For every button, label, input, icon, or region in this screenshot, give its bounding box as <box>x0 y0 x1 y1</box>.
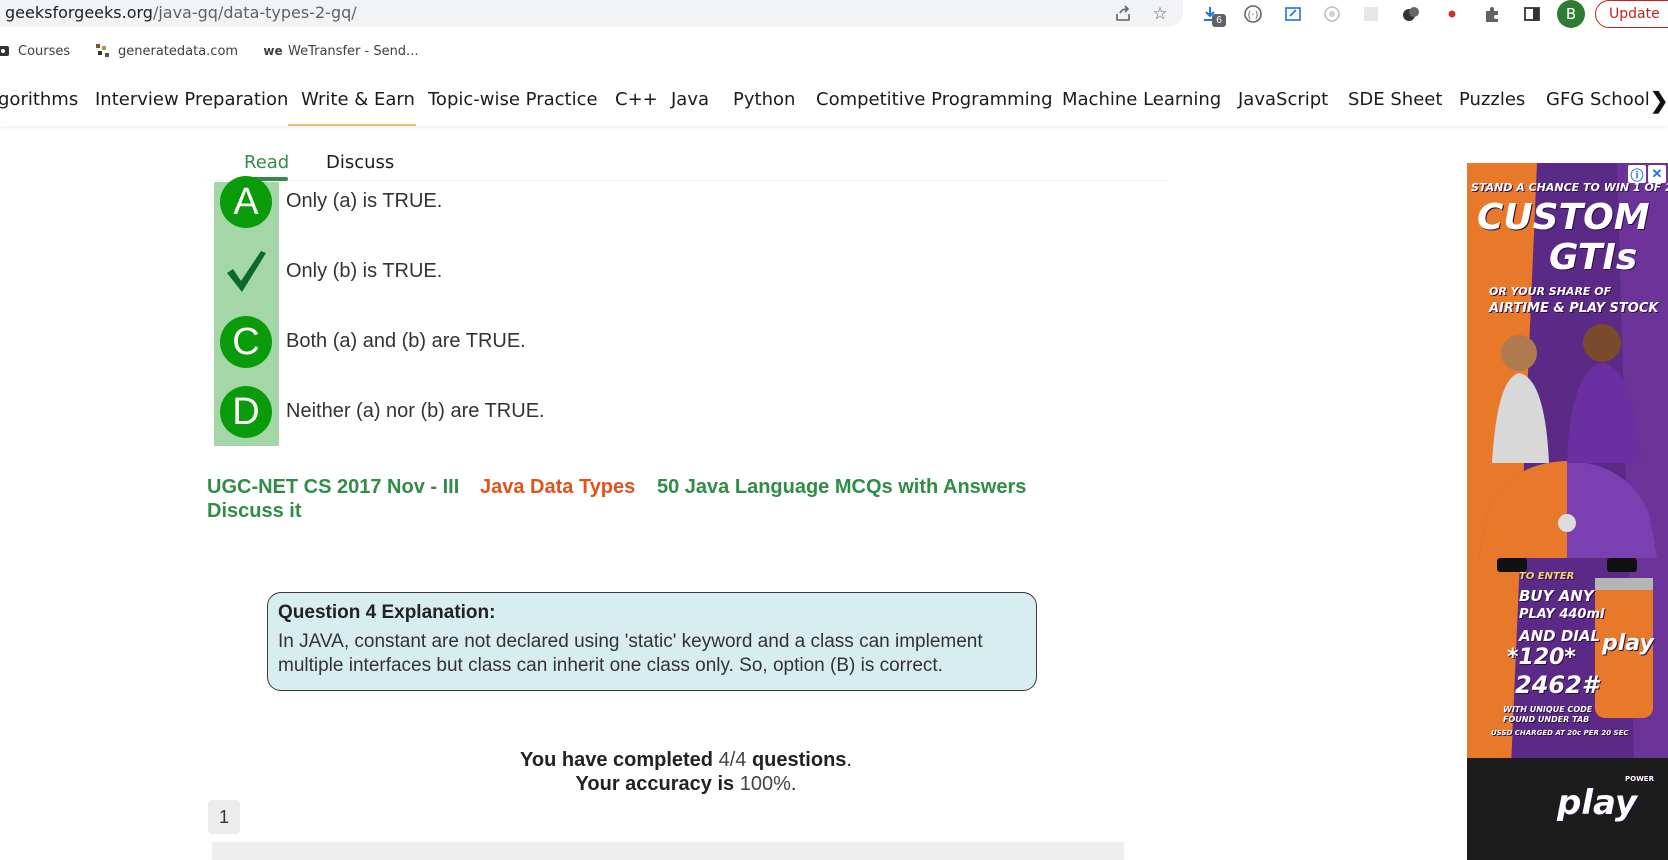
nav-java[interactable]: Java <box>671 89 709 110</box>
download-count-badge: 6 <box>1212 14 1226 27</box>
ad-play-logo: play <box>1557 783 1638 823</box>
option-c-marker[interactable]: C <box>220 316 272 368</box>
nav-competitive-programming[interactable]: Competitive Programming <box>816 89 1053 110</box>
explanation-title: Question 4 Explanation: <box>278 602 496 623</box>
nav-sde-sheet[interactable]: SDE Sheet <box>1348 89 1442 110</box>
browser-toolbar: geeksforgeeks.org/java-gq/data-types-2-g… <box>0 0 1668 28</box>
advertisement[interactable]: ⓘ ✕ STAND A CHANCE TO WIN 1 OF 2 CUSTOM … <box>1467 163 1668 860</box>
nav-puzzles[interactable]: Puzzles <box>1459 89 1525 110</box>
tag-ugc-net[interactable]: UGC-NET CS 2017 Nov - III <box>207 476 459 499</box>
bookmark-generatedata[interactable]: generatedata.com <box>94 43 238 59</box>
nav-interview-preparation[interactable]: Interview Preparation <box>95 89 288 110</box>
bookmark-courses[interactable]: Courses <box>0 43 70 59</box>
nav-active-underline <box>288 124 416 126</box>
bookmarks-bar: Courses generatedata.com we WeTransfer -… <box>0 37 1668 67</box>
option-d-text[interactable]: Neither (a) nor (b) are TRUE. <box>286 400 545 423</box>
nav-algorithms[interactable]: gorithms <box>0 89 78 110</box>
nav-write-earn[interactable]: Write & Earn <box>301 89 415 110</box>
completed-line: You have completed 4/4 questions. <box>520 749 852 771</box>
nav-machine-learning[interactable]: Machine Learning <box>1062 89 1221 110</box>
option-a-marker[interactable]: A <box>220 176 272 228</box>
svg-text:(·): (·) <box>1248 10 1259 21</box>
option-b-correct-check-icon[interactable] <box>220 245 272 297</box>
url-text[interactable]: geeksforgeeks.org/java-gq/data-types-2-g… <box>5 3 357 22</box>
site-nav: gorithms Interview Preparation Write & E… <box>0 76 1668 126</box>
question-page-1[interactable]: 1 <box>208 800 240 834</box>
extension-grey-icon[interactable] <box>1360 3 1382 25</box>
nav-gfg-school[interactable]: GFG School <box>1546 89 1650 110</box>
discuss-it-link[interactable]: Discuss it <box>207 500 301 523</box>
extension-balls-icon[interactable] <box>1400 3 1422 25</box>
generatedata-icon <box>94 43 112 59</box>
extension-target-icon[interactable] <box>1321 3 1343 25</box>
accuracy-line: Your accuracy is 100%. <box>575 773 797 795</box>
article-tabs: Read Discuss <box>206 136 1166 181</box>
profile-avatar[interactable]: B <box>1557 0 1585 28</box>
tag-50-java-mcqs[interactable]: 50 Java Language MCQs with Answers <box>657 476 1026 499</box>
option-d-marker[interactable]: D <box>220 386 272 438</box>
bookmark-wetransfer[interactable]: we WeTransfer - Send... <box>263 43 418 59</box>
tag-java-data-types[interactable]: Java Data Types <box>480 476 635 499</box>
option-a-text[interactable]: Only (a) is TRUE. <box>286 190 442 213</box>
courses-icon <box>0 43 12 59</box>
explanation-body: In JAVA, constant are not declared using… <box>278 631 983 676</box>
wetransfer-icon: we <box>263 44 283 58</box>
extension-window-icon[interactable] <box>1282 3 1304 25</box>
nav-python[interactable]: Python <box>733 89 795 110</box>
next-section-preview <box>212 842 1124 860</box>
side-panel-icon[interactable] <box>1521 3 1543 25</box>
explanation-box: Question 4 Explanation: In JAVA, constan… <box>267 592 1037 691</box>
bookmark-star-icon[interactable]: ☆ <box>1149 3 1171 25</box>
accuracy-value: 100% <box>739 773 791 795</box>
update-button[interactable]: Update <box>1595 0 1668 28</box>
tab-read[interactable]: Read <box>244 152 289 173</box>
nav-topic-wise-practice[interactable]: Topic-wise Practice <box>428 89 598 110</box>
share-icon[interactable] <box>1112 3 1134 25</box>
extensions-puzzle-icon[interactable] <box>1481 3 1503 25</box>
option-c-text[interactable]: Both (a) and (b) are TRUE. <box>286 330 526 353</box>
nav-next-arrow-icon[interactable]: ❯ <box>1650 88 1668 114</box>
nav-cpp[interactable]: C++ <box>615 89 658 110</box>
tab-discuss[interactable]: Discuss <box>326 152 394 173</box>
completed-value: 4/4 <box>718 749 747 771</box>
extension-braces-icon[interactable]: (·) <box>1242 3 1264 25</box>
nav-javascript[interactable]: JavaScript <box>1238 89 1328 110</box>
quiz-result: You have completed 4/4 questions. Your a… <box>206 748 1166 796</box>
option-b-text[interactable]: Only (b) is TRUE. <box>286 260 442 283</box>
extension-record-icon[interactable] <box>1441 3 1463 25</box>
